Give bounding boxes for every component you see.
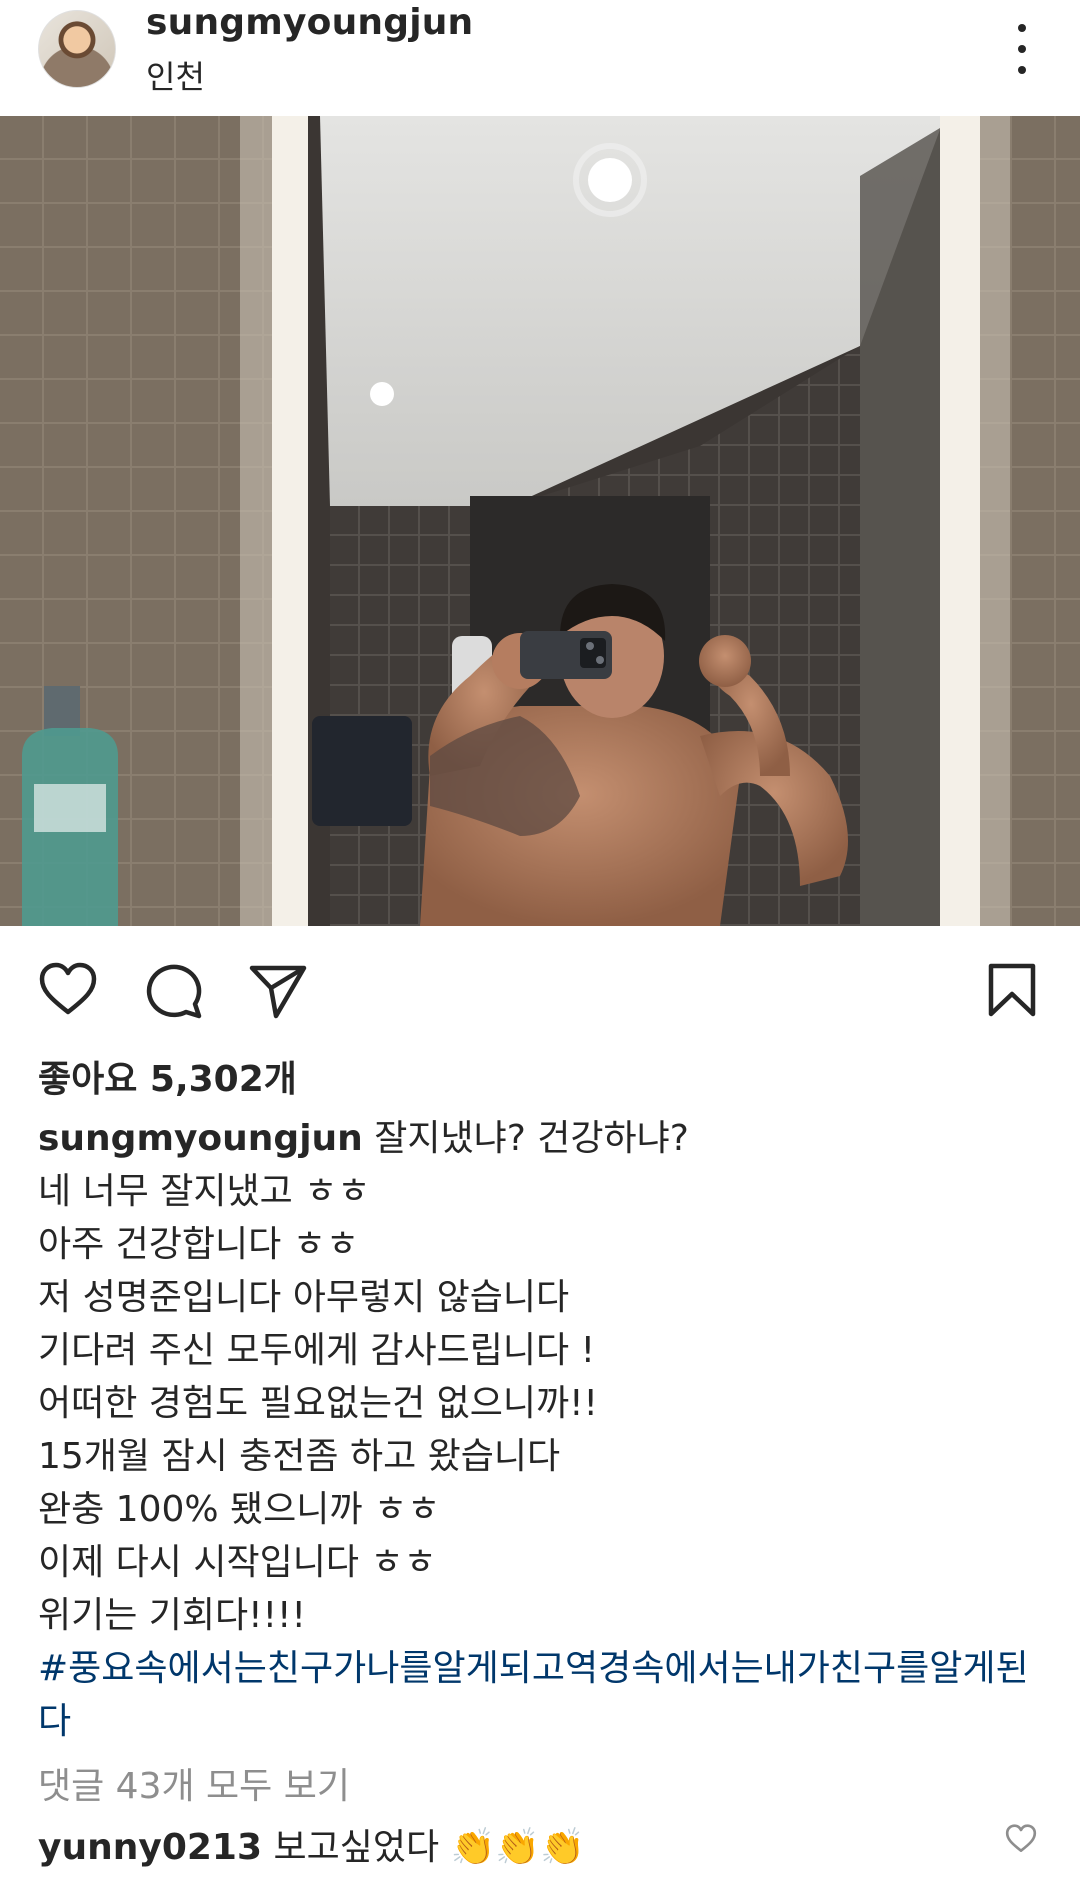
caption-line: 잘지냈냐? 건강하냐? xyxy=(374,1118,689,1159)
comment-text: 보고싶었다 👏👏👏 xyxy=(273,1827,585,1868)
post-header: sungmyoungjun 인천 xyxy=(0,0,1080,116)
likes-count[interactable]: 좋아요 5,302개 xyxy=(38,1050,297,1102)
heart-icon[interactable] xyxy=(36,958,100,1022)
comment-username[interactable]: yunny0213 xyxy=(38,1827,262,1868)
caption-hashtag-link[interactable]: #풍요속에서는친구가나를알게되고역경속에서는내가친구를알게된다 xyxy=(38,1642,1048,1748)
caption-line: 어떠한 경험도 필요없는건 없으니까!! xyxy=(38,1383,598,1424)
post-location[interactable]: 인천 xyxy=(146,52,205,98)
caption-line: 저 성명준입니다 아무렇지 않습니다 xyxy=(38,1277,570,1318)
comment-preview: yunny0213 보고싶었다 👏👏👏 xyxy=(38,1818,585,1870)
caption-line: 네 너무 잘지냈고 ㅎㅎ xyxy=(38,1171,371,1212)
caption-username[interactable]: sungmyoungjun xyxy=(38,1118,363,1159)
more-options-icon[interactable] xyxy=(1004,24,1040,74)
comment-icon[interactable] xyxy=(142,958,206,1022)
view-all-comments-link[interactable]: 댓글 43개 모두 보기 xyxy=(38,1757,350,1809)
post-username[interactable]: sungmyoungjun xyxy=(146,2,473,43)
bookmark-icon[interactable] xyxy=(980,958,1044,1022)
profile-avatar[interactable] xyxy=(38,10,116,88)
caption-line: 위기는 기회다!!!! xyxy=(38,1595,306,1636)
caption-line: 기다려 주신 모두에게 감사드립니다 ! xyxy=(38,1330,596,1371)
caption-line: 아주 건강합니다 ㅎㅎ xyxy=(38,1224,359,1265)
caption-line: 15개월 잠시 충전좀 하고 왔습니다 xyxy=(38,1436,561,1477)
send-icon[interactable] xyxy=(246,958,310,1022)
post-caption: sungmyoungjun 잘지냈냐? 건강하냐? 네 너무 잘지냈고 ㅎㅎ 아… xyxy=(38,1112,1048,1642)
post-action-bar xyxy=(0,940,1080,1036)
caption-line: 완충 100% 됐으니까 ㅎㅎ xyxy=(38,1489,441,1530)
post-photo[interactable] xyxy=(0,116,1080,926)
caption-line: 이제 다시 시작입니다 ㅎㅎ xyxy=(38,1542,437,1583)
comment-heart-icon[interactable] xyxy=(1004,1822,1038,1856)
